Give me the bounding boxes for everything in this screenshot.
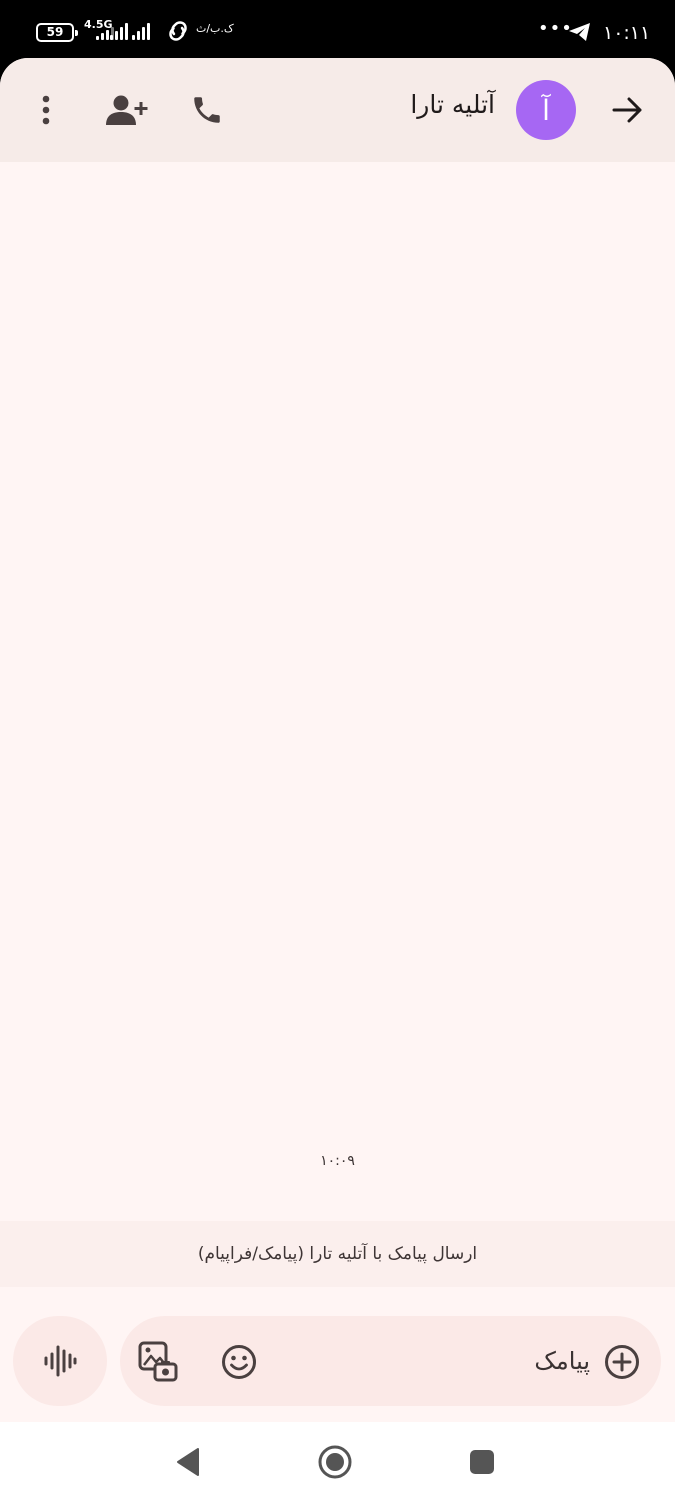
back-arrow-icon[interactable]	[606, 90, 650, 130]
nav-home-icon[interactable]	[315, 1442, 355, 1482]
voice-message-button[interactable]	[13, 1316, 107, 1406]
message-timestamp: ۱۰:۰۹	[320, 1153, 355, 1169]
nav-back-icon[interactable]	[168, 1442, 208, 1482]
conversation-header: آتلیه تارا آ	[0, 58, 675, 162]
contact-name[interactable]: آتلیه تارا	[410, 90, 495, 119]
add-contact-icon[interactable]	[101, 88, 151, 132]
nav-recents-icon[interactable]	[462, 1442, 502, 1482]
call-icon[interactable]	[185, 88, 229, 132]
send-info-banner: ارسال پیامک با آتلیه تارا (پیامک/فراپیام…	[0, 1221, 675, 1287]
message-input[interactable]	[280, 1338, 590, 1384]
telegram-icon	[569, 23, 590, 41]
carrier-text: ک.ب/ث	[196, 22, 234, 35]
status-time: ۱۰:۱۱	[603, 22, 651, 44]
gallery-icon[interactable]	[134, 1338, 182, 1384]
more-vert-icon[interactable]	[26, 88, 66, 132]
avatar[interactable]: آ	[516, 80, 576, 140]
compose-bar	[120, 1316, 661, 1406]
avatar-letter: آ	[542, 93, 550, 127]
voice-waveform-icon	[44, 1345, 77, 1377]
emoji-icon[interactable]	[217, 1340, 261, 1384]
battery-level: 59	[46, 25, 64, 39]
signal-icon	[132, 22, 150, 40]
system-nav-bar	[0, 1422, 675, 1500]
status-bar: 59 4.5G ک.ب/ث ••• ۱۰:۱۱	[0, 0, 675, 62]
vpn-icon	[169, 21, 187, 41]
add-circle-icon[interactable]	[600, 1340, 644, 1384]
conversation-screen: آتلیه تارا آ ۱۰:۰۹ ارسال پیامک با آتلیه …	[0, 58, 675, 1422]
signal-icon	[110, 22, 128, 40]
battery-icon: 59	[36, 23, 78, 42]
